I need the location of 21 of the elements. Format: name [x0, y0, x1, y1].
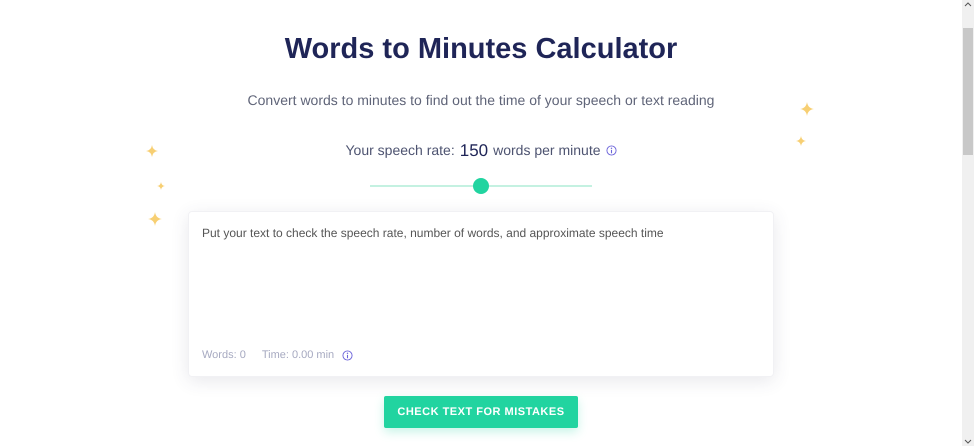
scrollbar-thumb[interactable]: [963, 28, 973, 155]
text-editor[interactable]: Put your text to check the speech rate, number of words, and approximate speech time Words: 0 Time: 0.00 min: [188, 210, 774, 376]
scroll-down-icon[interactable]: [964, 439, 972, 444]
subtitle: Convert words to minutes to find out the time of your speech or text reading: [248, 91, 714, 110]
check-text-button[interactable]: CHECK TEXT FOR MISTAKES: [384, 396, 578, 428]
info-icon[interactable]: [342, 350, 354, 361]
time-estimate: Time: 0.00 min: [262, 348, 334, 363]
speech-rate-value: 150: [460, 140, 488, 162]
page-title: Words to Minutes Calculator: [284, 32, 678, 67]
sparkle-icon: [157, 182, 165, 190]
word-count: Words: 0: [202, 348, 246, 363]
info-icon[interactable]: [606, 145, 616, 156]
sparkle-icon: [796, 136, 806, 146]
slider-thumb[interactable]: [473, 178, 489, 194]
sparkle-icon: [146, 145, 158, 157]
scroll-up-icon[interactable]: [964, 2, 972, 7]
sparkle-icon: [148, 212, 162, 226]
sparkle-icon: [800, 102, 814, 116]
scrollbar[interactable]: [962, 0, 974, 446]
speech-rate-unit: words per minute: [493, 141, 600, 160]
speech-rate-label: Your speech rate:: [346, 141, 455, 160]
